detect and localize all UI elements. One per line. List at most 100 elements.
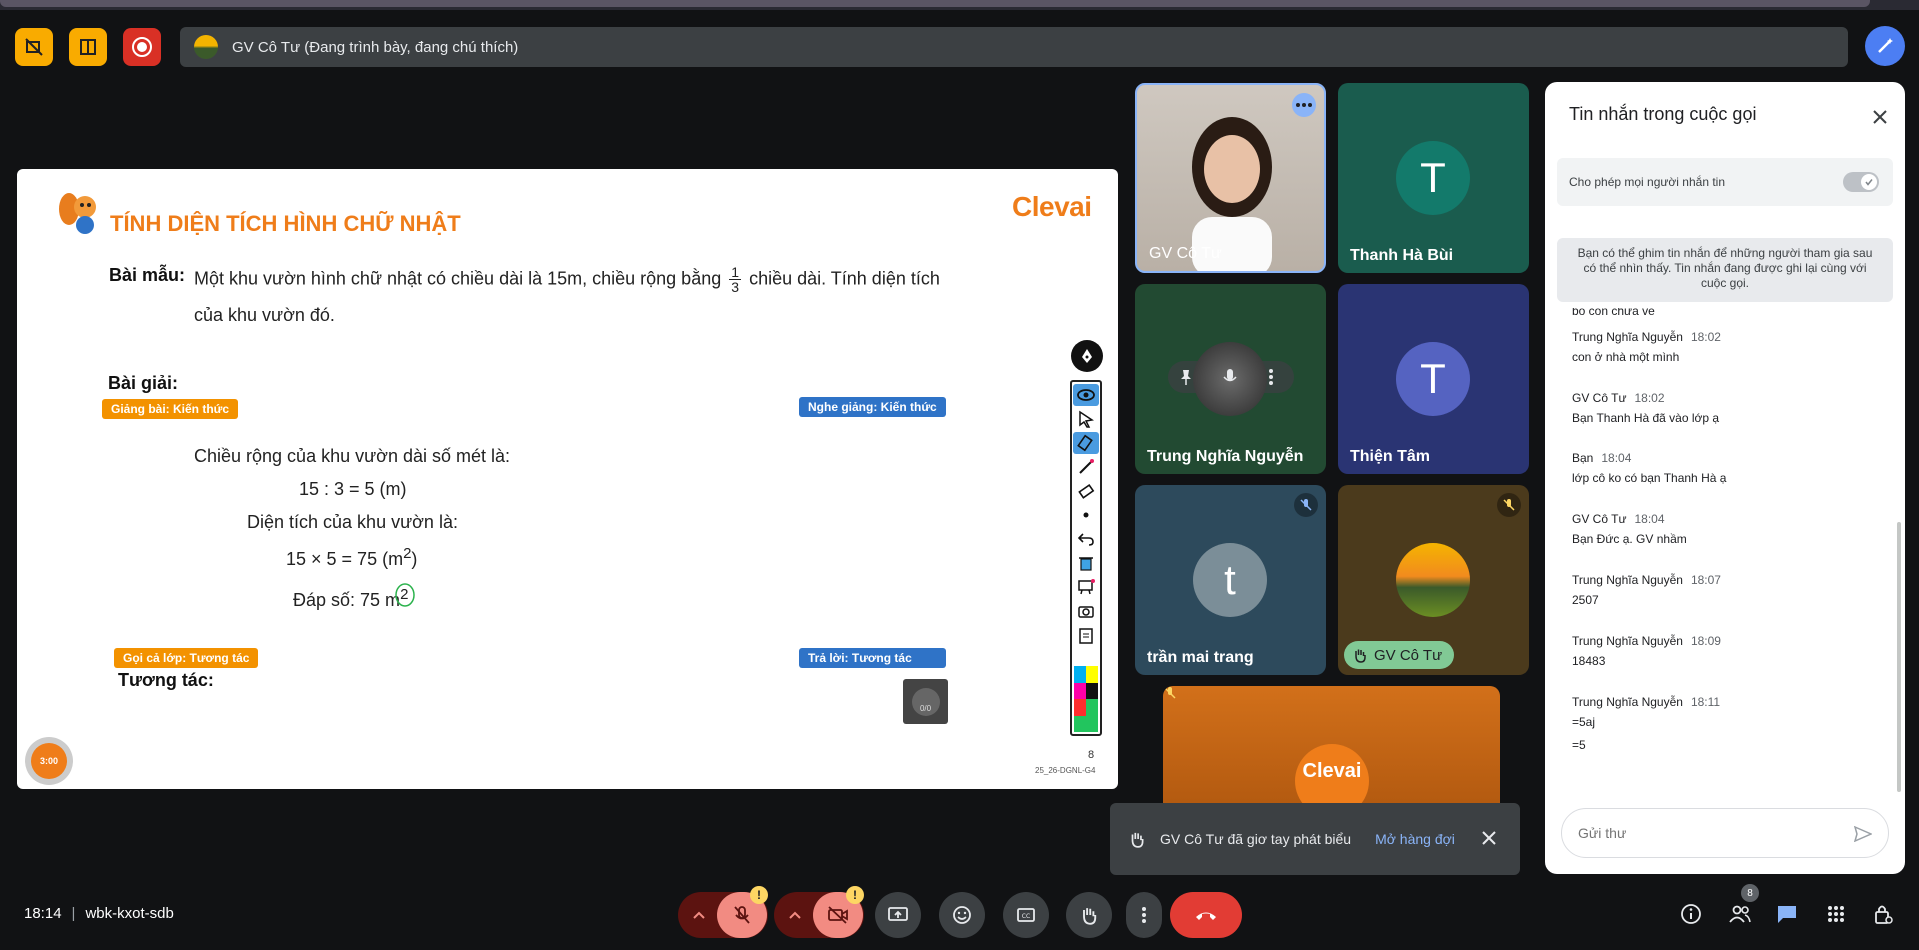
undo-icon bbox=[1077, 533, 1094, 546]
present-screen-button[interactable] bbox=[875, 892, 921, 938]
message-sender: Trung Nghĩa Nguyễn bbox=[1572, 695, 1683, 709]
fraction-numerator: 1 bbox=[729, 264, 742, 280]
participant-tile-gv-co-tu-hand[interactable]: GV Cô Tư bbox=[1338, 485, 1529, 675]
toast-close-button[interactable] bbox=[1478, 827, 1500, 849]
muted-indicator bbox=[1497, 493, 1521, 517]
color-black[interactable] bbox=[1086, 682, 1098, 699]
camera-icon bbox=[1078, 606, 1094, 618]
color-green-3[interactable] bbox=[1086, 715, 1098, 732]
meeting-details-button[interactable] bbox=[1673, 896, 1709, 932]
tool-select[interactable] bbox=[1073, 408, 1099, 430]
host-controls-button[interactable] bbox=[1865, 896, 1901, 932]
color-palette[interactable] bbox=[1074, 666, 1098, 732]
chat-message-partial: bố con chưa về bbox=[1572, 308, 1655, 318]
tool-eraser[interactable] bbox=[1073, 480, 1099, 502]
chat-message-input[interactable] bbox=[1578, 825, 1838, 841]
tool-clear[interactable] bbox=[1073, 552, 1099, 574]
chat-message: Bạn 18:04 lớp cô ko có bạn Thanh Hà ạ bbox=[1572, 451, 1726, 485]
more-horizontal-icon bbox=[1296, 103, 1312, 107]
send-message-button[interactable] bbox=[1852, 823, 1874, 845]
hide-presentation-button[interactable] bbox=[15, 28, 53, 66]
color-yellow[interactable] bbox=[1086, 666, 1098, 683]
solution-line-1: Chiều rộng của khu vườn dài số mét là: bbox=[194, 446, 511, 466]
open-queue-link[interactable]: Mở hàng đợi bbox=[1375, 831, 1455, 847]
line4-close: ) bbox=[411, 549, 418, 569]
more-options-button[interactable] bbox=[1126, 892, 1162, 938]
fraction: 13 bbox=[729, 264, 742, 294]
tile-more-options-button[interactable] bbox=[1292, 93, 1316, 117]
hand-icon bbox=[1131, 832, 1144, 848]
participant-tile-tran-mai-trang[interactable]: t trần mai trang bbox=[1135, 485, 1326, 675]
bottom-control-bar: 18:14 | wbk-kxot-sdb ! ! CC 8 bbox=[0, 884, 1919, 944]
tag-listening: Nghe giảng: Kiến thức bbox=[799, 397, 946, 417]
toolbar-pen-toggle[interactable] bbox=[1071, 340, 1103, 372]
participant-tile-clevai[interactable]: Clevai bbox=[1163, 686, 1500, 806]
color-green-2[interactable] bbox=[1074, 715, 1086, 732]
tool-line[interactable] bbox=[1073, 456, 1099, 478]
color-red[interactable] bbox=[1074, 699, 1086, 716]
mic-icon[interactable] bbox=[1222, 368, 1238, 386]
message-text: Bạn Thanh Hà đã vào lớp ạ bbox=[1572, 411, 1720, 425]
message-header: GV Cô Tư 18:04 bbox=[1572, 512, 1687, 526]
message-sender: Trung Nghĩa Nguyễn bbox=[1572, 573, 1683, 587]
people-icon bbox=[1729, 905, 1751, 923]
participant-name: GV Cô Tư bbox=[1149, 245, 1222, 262]
reactions-button[interactable] bbox=[939, 892, 985, 938]
permission-toggle[interactable] bbox=[1843, 172, 1879, 192]
message-time: 18:11 bbox=[1690, 695, 1721, 709]
pin-icon[interactable] bbox=[1177, 368, 1195, 386]
people-count-badge: 8 bbox=[1741, 884, 1759, 902]
answer-superscript: 2 bbox=[395, 583, 415, 607]
record-icon bbox=[132, 37, 152, 57]
recording-button[interactable] bbox=[123, 28, 161, 66]
send-icon bbox=[1854, 826, 1872, 842]
meeting-code: wbk-kxot-sdb bbox=[85, 905, 174, 922]
participant-tile-trung-nghia-nguyen[interactable]: Trung Nghĩa Nguyễn bbox=[1135, 284, 1326, 474]
leave-call-button[interactable] bbox=[1170, 892, 1242, 938]
layout-button[interactable] bbox=[69, 28, 107, 66]
message-header: Trung Nghĩa Nguyễn 18:11 bbox=[1572, 695, 1720, 709]
close-icon bbox=[1873, 110, 1887, 124]
top-bar: GV Cô Tư (Đang trình bày, đang chú thích… bbox=[0, 22, 1919, 70]
raise-hand-button[interactable] bbox=[1066, 892, 1112, 938]
participant-tile-thanh-ha-bui[interactable]: T Thanh Hà Bùi bbox=[1338, 83, 1529, 273]
chat-scrollbar[interactable] bbox=[1897, 522, 1901, 792]
example-text: Một khu vườn hình chữ nhật có chiều dài … bbox=[194, 265, 940, 294]
more-vertical-icon[interactable] bbox=[1268, 368, 1274, 386]
message-header: Trung Nghĩa Nguyễn 18:09 bbox=[1572, 634, 1721, 648]
color-green[interactable] bbox=[1086, 699, 1098, 716]
tool-highlighter[interactable] bbox=[1073, 432, 1099, 454]
chevron-up-icon bbox=[693, 911, 705, 919]
chat-button[interactable] bbox=[1769, 896, 1805, 932]
annotate-button[interactable] bbox=[1865, 26, 1905, 66]
activities-button[interactable] bbox=[1818, 896, 1854, 932]
captions-button[interactable]: CC bbox=[1003, 892, 1049, 938]
line-tool-icon bbox=[1079, 459, 1094, 474]
color-cyan[interactable] bbox=[1074, 666, 1086, 683]
presenter-bar[interactable]: GV Cô Tư (Đang trình bày, đang chú thích… bbox=[180, 27, 1848, 67]
pen-sparkle-icon bbox=[1878, 38, 1893, 53]
chat-close-button[interactable] bbox=[1868, 105, 1892, 129]
message-sender: GV Cô Tư bbox=[1572, 391, 1627, 405]
chat-message: Trung Nghĩa Nguyễn 18:11 =5aj =5 bbox=[1572, 695, 1720, 752]
layout-icon bbox=[80, 39, 96, 55]
message-time: 18:02 bbox=[1690, 330, 1721, 344]
svg-text:CC: CC bbox=[1022, 913, 1030, 920]
tool-view[interactable] bbox=[1073, 384, 1099, 406]
tool-clipboard[interactable] bbox=[1073, 624, 1099, 646]
chat-message: Trung Nghĩa Nguyễn 18:09 18483 bbox=[1572, 634, 1721, 668]
tool-undo[interactable] bbox=[1073, 528, 1099, 550]
tag-teaching: Giảng bài: Kiến thức bbox=[102, 399, 239, 419]
tool-camera[interactable] bbox=[1073, 600, 1099, 622]
cursor-arrow-icon bbox=[1079, 410, 1094, 428]
participant-tile-thien-tam[interactable]: T Thiện Tâm bbox=[1338, 284, 1529, 474]
tool-board[interactable] bbox=[1073, 576, 1099, 598]
message-header: Trung Nghĩa Nguyễn 18:07 bbox=[1572, 573, 1721, 587]
tool-dot[interactable] bbox=[1073, 504, 1099, 526]
participant-tile-gv-co-tu[interactable]: GV Cô Tư bbox=[1135, 83, 1326, 273]
message-text: 2507 bbox=[1572, 593, 1599, 607]
color-magenta[interactable] bbox=[1074, 682, 1086, 699]
mic-off-icon bbox=[1164, 687, 1176, 699]
timer-widget[interactable]: 3:00 bbox=[25, 737, 73, 785]
response-widget[interactable]: 0/0 bbox=[903, 679, 948, 724]
